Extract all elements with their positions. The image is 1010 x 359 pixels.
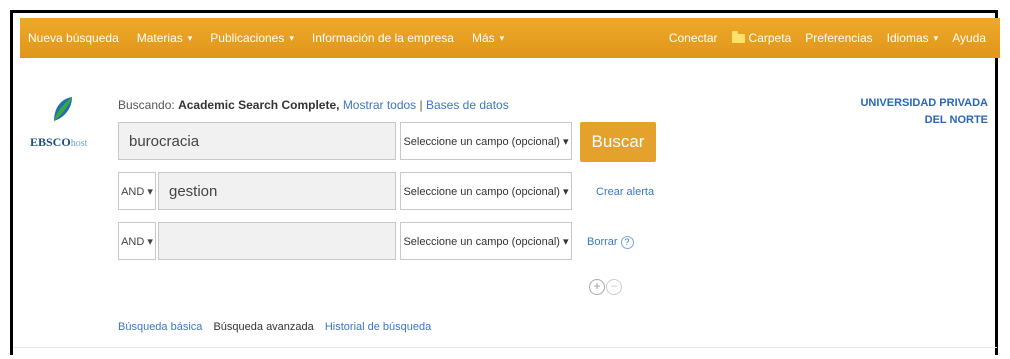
top-navigation-bar: Nueva búsqueda Materias ▾ Publicaciones ▾ … bbox=[20, 18, 1000, 58]
nav-more[interactable]: Más ▾ bbox=[472, 31, 504, 45]
folder-icon bbox=[731, 30, 745, 43]
searching-prefix: Buscando: bbox=[118, 98, 175, 112]
nav-languages-label: Idiomas bbox=[886, 31, 929, 45]
basic-search-link[interactable]: Búsqueda básica bbox=[118, 321, 202, 333]
nav-publications-label: Publicaciones bbox=[210, 31, 285, 45]
search-input-2[interactable]: gestion bbox=[158, 172, 396, 210]
nav-company-info-label: Información de la empresa bbox=[311, 31, 454, 45]
institution-name: UNIVERSIDAD PRIVADA DEL NORTE bbox=[860, 95, 988, 129]
chevron-down-icon: ▾ bbox=[187, 32, 193, 43]
advanced-search-current: Búsqueda avanzada bbox=[213, 321, 314, 333]
clear-link-group: Borrar? bbox=[587, 236, 634, 249]
search-input-1[interactable]: burocracia bbox=[118, 122, 396, 160]
chevron-down-icon: ▾ bbox=[933, 32, 939, 43]
brand-host: host bbox=[70, 138, 88, 149]
boolean-operator-select-3[interactable]: AND ▾ bbox=[118, 222, 156, 260]
chevron-down-icon: ▾ bbox=[499, 32, 505, 43]
separator: | bbox=[419, 98, 423, 112]
nav-more-label: Más bbox=[471, 31, 495, 45]
search-button[interactable]: Buscar bbox=[580, 122, 656, 162]
nav-sign-in[interactable]: Conectar bbox=[669, 31, 718, 45]
field-select-2[interactable]: Seleccione un campo (opcional) ▾ bbox=[400, 172, 572, 210]
nav-subjects-label: Materias bbox=[136, 31, 183, 45]
institution-line-1: UNIVERSIDAD PRIVADA bbox=[860, 97, 988, 109]
search-history-link[interactable]: Historial de búsqueda bbox=[325, 321, 431, 333]
choose-databases-link[interactable]: Bases de datos bbox=[426, 98, 509, 112]
search-input-3[interactable] bbox=[158, 222, 396, 260]
database-info: Buscando: Academic Search Complete, Most… bbox=[118, 98, 509, 112]
remove-row-icon[interactable]: − bbox=[606, 279, 622, 295]
nav-publications[interactable]: Publicaciones ▾ bbox=[210, 31, 294, 45]
field-select-1[interactable]: Seleccione un campo (opcional) ▾ bbox=[400, 122, 572, 160]
help-icon[interactable]: ? bbox=[620, 236, 634, 249]
nav-left: Nueva búsqueda Materias ▾ Publicaciones ▾ … bbox=[20, 31, 669, 45]
nav-folder-label: Carpeta bbox=[748, 31, 792, 45]
institution-line-2: DEL NORTE bbox=[924, 114, 988, 126]
divider bbox=[13, 347, 997, 348]
nav-folder[interactable]: Carpeta bbox=[731, 30, 792, 45]
show-all-link[interactable]: Mostrar todos bbox=[343, 98, 416, 112]
ebsco-leaf-icon bbox=[54, 97, 72, 121]
search-mode-links: Búsqueda básica Búsqueda avanzada Histor… bbox=[118, 321, 439, 333]
database-name: Academic Search Complete, bbox=[178, 98, 340, 112]
chevron-down-icon: ▾ bbox=[289, 32, 294, 43]
boolean-operator-select-2[interactable]: AND ▾ bbox=[118, 172, 156, 210]
ebsco-brand-text: EBSCOhost bbox=[30, 135, 87, 150]
nav-help[interactable]: Ayuda bbox=[952, 31, 986, 45]
nav-subjects[interactable]: Materias ▾ bbox=[137, 31, 193, 45]
nav-company-info[interactable]: Información de la empresa bbox=[312, 31, 454, 45]
nav-languages[interactable]: Idiomas ▾ bbox=[887, 31, 939, 45]
nav-new-search[interactable]: Nueva búsqueda bbox=[28, 31, 119, 45]
clear-link[interactable]: Borrar bbox=[587, 236, 618, 248]
create-alert-link[interactable]: Crear alerta bbox=[596, 186, 654, 198]
brand-name: EBSCO bbox=[30, 135, 71, 149]
nav-new-search-label: Nueva búsqueda bbox=[28, 31, 119, 45]
nav-preferences[interactable]: Preferencias bbox=[805, 31, 872, 45]
field-select-3[interactable]: Seleccione un campo (opcional) ▾ bbox=[400, 222, 572, 260]
add-row-icon[interactable]: + bbox=[589, 279, 605, 295]
nav-right: Conectar Carpeta Preferencias Idiomas ▾ A… bbox=[669, 30, 1000, 45]
